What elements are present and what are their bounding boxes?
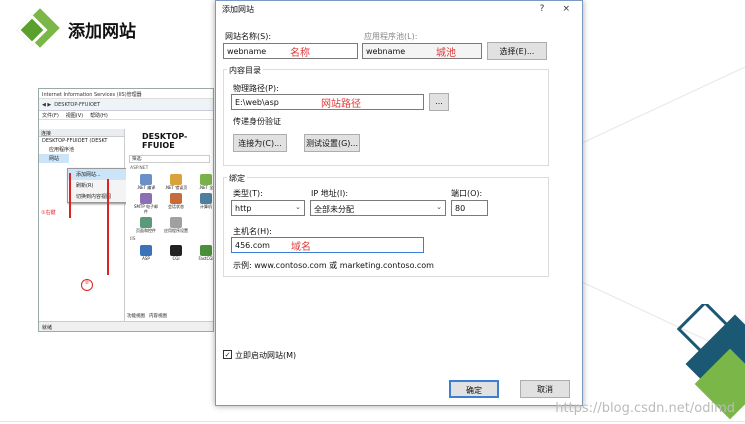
site-name-label: 网站名称(S):	[225, 32, 272, 41]
section-aspnet: ASP.NET	[130, 166, 149, 171]
port-label: 端口(O):	[451, 189, 483, 198]
feature-grid-iis: ASP CGI FastCGI	[126, 243, 213, 263]
connections-header: 连接	[39, 129, 124, 137]
feature-item[interactable]: FastCGI	[192, 244, 213, 261]
annotation-right-click: ①右键	[41, 210, 56, 216]
filter-input[interactable]: 筛选:	[129, 155, 210, 163]
ip-address-select[interactable]: 全部未分配 ⌄	[310, 200, 446, 216]
iis-manager-window: Internet Information Services (IIS)管理器 ◀…	[38, 88, 214, 332]
physical-path-label: 物理路径(P):	[233, 84, 279, 93]
tab-features-view[interactable]: 功能视图	[127, 313, 145, 321]
ip-address-label: IP 地址(I):	[311, 189, 349, 198]
select-app-pool-button[interactable]: 选择(E)...	[487, 42, 547, 60]
app-pool-label: 应用程序池(L):	[364, 32, 418, 41]
add-website-dialog: 添加网站 ? × 网站名称(S): webname 名称 应用程序池(L): we…	[215, 0, 583, 406]
dialog-title: 添加网站	[222, 5, 254, 14]
iis-address-bar[interactable]: ◀ ▶ DESKTOP-FFUIOET	[39, 99, 213, 111]
cancel-button[interactable]: 取消	[520, 380, 570, 398]
feature-item[interactable]: 页面和控件	[132, 217, 160, 233]
back-icon[interactable]: ◀ ▶	[42, 102, 51, 108]
close-icon[interactable]: ×	[562, 4, 570, 16]
decorative-line	[0, 421, 745, 422]
feature-item[interactable]: ASP	[132, 244, 160, 261]
feature-item[interactable]: 计算机	[192, 193, 213, 214]
pass-auth-label: 传递身份验证	[233, 117, 281, 126]
annotation-step-2: ②	[81, 279, 93, 291]
test-settings-button[interactable]: 测试设置(G)...	[304, 134, 360, 152]
example-text: 示例: www.contoso.com 或 marketing.contoso.…	[233, 261, 434, 270]
start-site-label: 立即启动网站(M)	[235, 351, 297, 360]
feature-item[interactable]: .NET 全	[192, 174, 213, 190]
feature-grid: .NET 编译 .NET 错误页 .NET 全 SMTP 电子邮件 会话状态 计…	[126, 172, 213, 236]
annotation-arrow	[107, 179, 109, 275]
iis-title: Internet Information Services (IIS)管理器	[39, 89, 213, 99]
tree-item-app-pools[interactable]: 应用程序池	[39, 145, 124, 154]
iis-features-pane: DESKTOP-FFUIOE 筛选: ASP.NET .NET 编译 .NET …	[126, 129, 213, 321]
menu-view[interactable]: 视图(V)	[66, 112, 83, 119]
app-pool-note: 城池	[436, 48, 456, 59]
type-label: 类型(T):	[233, 189, 263, 198]
ok-button[interactable]: 确定	[449, 380, 499, 398]
feature-item[interactable]: 应用程序设置	[162, 217, 190, 233]
start-site-checkbox[interactable]: ✓	[223, 350, 232, 359]
browse-button[interactable]: ...	[429, 93, 449, 111]
feature-item[interactable]: CGI	[162, 244, 190, 261]
host-name-label: 主机名(H):	[233, 227, 272, 236]
port-input[interactable]: 80	[451, 200, 488, 216]
connect-as-button[interactable]: 连接为(C)...	[233, 134, 287, 152]
type-select[interactable]: http ⌄	[231, 200, 305, 216]
tab-content-view[interactable]: 内容视图	[149, 313, 167, 321]
view-tabs: 功能视图 内容视图	[127, 313, 167, 321]
dialog-title-bar: 添加网站 ? ×	[216, 1, 582, 19]
connections-tree: DESKTOP-FFUIOET (DESKT 应用程序池 网站	[39, 137, 124, 163]
site-name-note: 名称	[290, 48, 310, 59]
content-dir-label: 内容目录	[227, 65, 263, 76]
chevron-down-icon: ⌄	[295, 203, 301, 211]
annotation-arrow	[69, 173, 71, 218]
menu-file[interactable]: 文件(F)	[42, 112, 59, 119]
physical-path-note: 网站路径	[321, 99, 361, 110]
iis-connections-pane: 连接 DESKTOP-FFUIOET (DESKT 应用程序池 网站	[39, 129, 125, 321]
chevron-down-icon: ⌄	[436, 203, 442, 211]
app-pool-input[interactable]: webname	[362, 43, 482, 59]
feature-item[interactable]: SMTP 电子邮件	[132, 193, 160, 214]
iis-menu-bar: 文件(F) 视图(V) 帮助(H)	[39, 111, 213, 120]
host-name-input[interactable]: 456.com	[231, 237, 424, 253]
status-bar: 就绪	[39, 321, 213, 331]
features-title: DESKTOP-FFUIOE	[142, 132, 188, 150]
help-icon[interactable]: ?	[540, 4, 545, 16]
slide-logo	[16, 8, 60, 50]
iis-address: DESKTOP-FFUIOET	[54, 102, 101, 108]
tree-item-server[interactable]: DESKTOP-FFUIOET (DESKT	[39, 137, 124, 145]
feature-item[interactable]: 会话状态	[162, 193, 190, 214]
feature-item[interactable]: .NET 编译	[132, 174, 160, 190]
slide-title: 添加网站	[68, 22, 136, 42]
watermark: https://blog.csdn.net/odimd	[555, 401, 735, 416]
host-name-note: 域名	[291, 242, 311, 253]
menu-help[interactable]: 帮助(H)	[90, 112, 108, 119]
binding-label: 绑定	[227, 173, 247, 184]
tree-item-sites[interactable]: 网站	[39, 154, 69, 163]
feature-item[interactable]: .NET 错误页	[162, 174, 190, 190]
feature-item	[192, 217, 213, 233]
section-iis: IIS	[130, 236, 136, 242]
